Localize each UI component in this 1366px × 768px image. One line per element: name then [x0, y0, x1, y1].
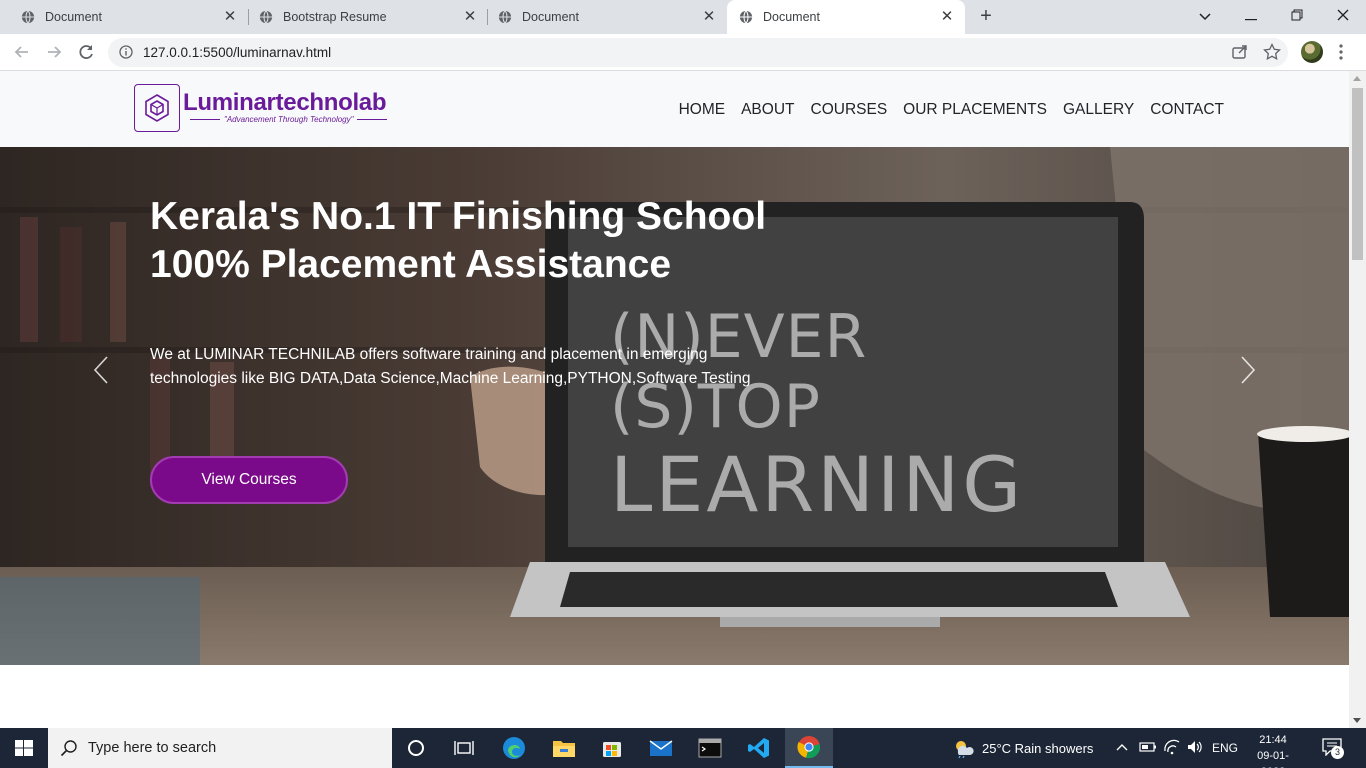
globe-icon [498, 10, 512, 24]
microsoft-store-icon[interactable] [588, 728, 636, 768]
vscode-icon[interactable] [735, 728, 783, 768]
hero-title-line-1: Kerala's No.1 IT Finishing School [150, 195, 767, 238]
restore-button[interactable] [1284, 4, 1310, 28]
tab-title: Document [45, 10, 102, 24]
brand-name[interactable]: Luminartechnolab [183, 89, 387, 117]
globe-icon [259, 10, 273, 24]
bookmark-star-icon[interactable] [1263, 43, 1281, 61]
url-text[interactable]: 127.0.0.1:5500/luminarnav.html [143, 45, 331, 60]
edge-browser-icon[interactable] [490, 728, 538, 768]
hero-description: We at LUMINAR TECHNILAB offers software … [150, 343, 790, 391]
main-menu: HOME ABOUT COURSES OUR PLACEMENTS GALLER… [663, 101, 1224, 119]
weather-text[interactable]: 25°C Rain showers [982, 741, 1093, 756]
tagline-text: "Advancement Through Technology" [224, 115, 354, 124]
close-tab-icon[interactable]: ✕ [701, 9, 717, 25]
carousel-prev-icon[interactable] [93, 355, 109, 385]
hero-text-line-1: We at LUMINAR TECHNILAB offers software … [150, 346, 708, 363]
task-view-icon[interactable] [440, 728, 488, 768]
close-tab-icon[interactable]: ✕ [222, 9, 238, 25]
terminal-icon[interactable] [686, 728, 734, 768]
chrome-icon[interactable] [785, 728, 833, 768]
browser-tab-1[interactable]: Document ✕ [0, 0, 248, 34]
back-arrow-icon[interactable] [11, 41, 33, 63]
wifi-icon[interactable] [1163, 739, 1181, 755]
clock-date: 09-01-2022 [1257, 750, 1289, 768]
brand-tagline: "Advancement Through Technology" [186, 115, 391, 124]
nav-gallery[interactable]: GALLERY [1063, 101, 1134, 119]
globe-icon [739, 10, 753, 24]
browser-tab-2[interactable]: Bootstrap Resume ✕ [238, 0, 488, 34]
page-viewport: Luminartechnolab "Advancement Through Te… [0, 71, 1349, 728]
hero-title-line-2: 100% Placement Assistance [150, 243, 672, 286]
chevron-up-icon[interactable] [1116, 742, 1128, 752]
windows-taskbar: Type here to search 25°C Rain showers EN… [0, 728, 1366, 768]
close-tab-icon[interactable]: ✕ [939, 9, 955, 25]
battery-icon[interactable] [1139, 741, 1157, 753]
chalk-text: (N)EVER (S)TOP LEARNING [610, 302, 1090, 528]
hero-title: Kerala's No.1 IT Finishing School 100% P… [150, 193, 766, 289]
scroll-up-arrow-icon[interactable] [1353, 76, 1361, 81]
hexagon-logo-icon [145, 94, 169, 122]
hero-text-line-2: technologies like BIG DATA,Data Science,… [150, 370, 751, 387]
new-tab-button[interactable]: + [975, 6, 997, 28]
browser-toolbar: 127.0.0.1:5500/luminarnav.html [0, 34, 1366, 71]
brand-logo[interactable] [134, 84, 180, 132]
windows-start-icon[interactable] [0, 728, 48, 768]
rain-weather-icon[interactable] [951, 738, 975, 758]
close-tab-icon[interactable]: ✕ [462, 9, 478, 25]
share-icon[interactable] [1231, 43, 1249, 61]
nav-our-placements[interactable]: OUR PLACEMENTS [903, 101, 1047, 119]
nav-courses[interactable]: COURSES [811, 101, 888, 119]
search-placeholder: Type here to search [88, 740, 217, 756]
file-explorer-icon[interactable] [540, 728, 588, 768]
tab-search-chevron-icon[interactable] [1192, 4, 1218, 28]
view-courses-button[interactable]: View Courses [150, 456, 348, 504]
notification-center-icon[interactable]: 3 [1322, 738, 1344, 759]
close-window-button[interactable] [1330, 4, 1356, 28]
page-scrollbar[interactable] [1349, 71, 1366, 728]
tagline-rule [357, 118, 388, 121]
hero-carousel: (N)EVER (S)TOP LEARNING Kerala's No.1 IT… [0, 147, 1349, 665]
chalk-line-2: LEARNING [610, 440, 1025, 529]
tab-title: Document [522, 10, 579, 24]
volume-icon[interactable] [1186, 739, 1204, 755]
nav-contact[interactable]: CONTACT [1150, 101, 1224, 119]
browser-tab-strip: Document ✕ Bootstrap Resume ✕ Document ✕… [0, 0, 1366, 34]
more-menu-icon[interactable] [1338, 43, 1344, 61]
forward-arrow-icon[interactable] [43, 41, 65, 63]
minimize-button[interactable] [1238, 4, 1264, 28]
system-clock[interactable]: 21:44 09-01-2022 [1248, 732, 1298, 768]
reload-icon[interactable] [75, 41, 97, 63]
profile-avatar[interactable] [1301, 41, 1323, 63]
nav-home[interactable]: HOME [679, 101, 726, 119]
nav-about[interactable]: ABOUT [741, 101, 794, 119]
site-info-icon[interactable] [119, 45, 133, 59]
clock-time: 21:44 [1259, 734, 1287, 746]
tagline-rule [190, 118, 220, 121]
mail-icon[interactable] [637, 728, 685, 768]
browser-tab-4-active[interactable]: Document ✕ [727, 0, 965, 34]
scroll-down-arrow-icon[interactable] [1353, 718, 1361, 723]
taskbar-search-box[interactable]: Type here to search [48, 728, 392, 768]
search-icon [60, 740, 77, 757]
browser-tab-3[interactable]: Document ✕ [477, 0, 727, 34]
scroll-thumb[interactable] [1352, 88, 1363, 260]
notification-count-badge: 3 [1331, 746, 1344, 759]
tab-title: Document [763, 10, 820, 24]
address-bar[interactable]: 127.0.0.1:5500/luminarnav.html [108, 38, 1288, 67]
cortana-icon[interactable] [392, 728, 440, 768]
input-language[interactable]: ENG [1212, 741, 1238, 755]
tab-title: Bootstrap Resume [283, 10, 387, 24]
site-navbar: Luminartechnolab "Advancement Through Te… [0, 71, 1349, 147]
globe-icon [21, 10, 35, 24]
carousel-next-icon[interactable] [1240, 355, 1256, 385]
